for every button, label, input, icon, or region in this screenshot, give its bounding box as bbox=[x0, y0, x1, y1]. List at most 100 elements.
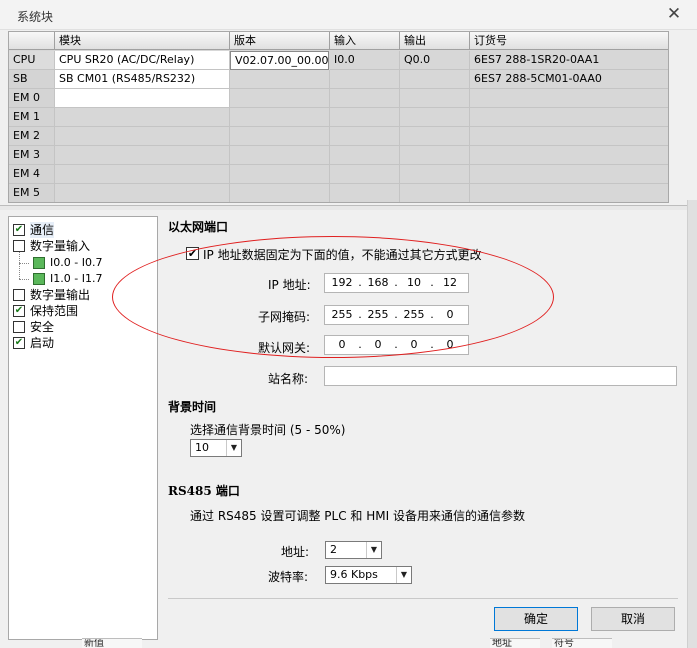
row-version bbox=[230, 184, 330, 202]
row-output bbox=[400, 146, 470, 165]
checkbox-checked-icon[interactable]: ✔ bbox=[13, 305, 25, 317]
ip-dot: . bbox=[394, 276, 398, 289]
row-version[interactable]: V02.07.00_00.00... bbox=[230, 51, 329, 70]
gateway-octet-2[interactable]: 0 bbox=[365, 336, 391, 354]
background-time-select[interactable]: 10 ▼ bbox=[190, 439, 242, 457]
table-row[interactable]: EM 3 bbox=[9, 146, 668, 165]
tree-item-label: I1.0 - I1.7 bbox=[50, 272, 103, 285]
fixed-ip-label: IP 地址数据固定为下面的值，不能通过其它方式更改 bbox=[203, 248, 482, 262]
ip-dot: . bbox=[358, 338, 362, 351]
row-output bbox=[400, 165, 470, 184]
tree-connector bbox=[19, 249, 20, 279]
address-select[interactable]: 2 ▼ bbox=[325, 541, 382, 559]
row-output bbox=[400, 108, 470, 127]
row-module[interactable]: SB CM01 (RS485/RS232) bbox=[55, 70, 230, 89]
table-row[interactable]: EM 4 bbox=[9, 165, 668, 184]
ip-octet-1[interactable]: 192 bbox=[329, 274, 355, 292]
row-input bbox=[330, 165, 400, 184]
ip-octet-2[interactable]: 168 bbox=[365, 274, 391, 292]
subnet-mask-label: 子网掩码: bbox=[258, 310, 311, 324]
row-output bbox=[400, 184, 470, 202]
outer-scrollbar[interactable] bbox=[687, 200, 697, 648]
chevron-down-icon[interactable]: ▼ bbox=[396, 567, 411, 583]
row-module[interactable] bbox=[55, 89, 230, 108]
table-row[interactable]: CPU CPU SR20 (AC/DC/Relay) V02.07.00_00.… bbox=[9, 51, 668, 70]
header-slot bbox=[9, 32, 55, 50]
checkbox-icon[interactable] bbox=[13, 321, 25, 333]
checkbox-green-icon[interactable] bbox=[33, 273, 45, 285]
ip-octet-4[interactable]: 12 bbox=[437, 274, 463, 292]
ethernet-section-title: 以太网端口 bbox=[168, 220, 229, 234]
row-version bbox=[230, 70, 330, 89]
table-row[interactable]: SB SB CM01 (RS485/RS232) 6ES7 288-5CM01-… bbox=[9, 70, 668, 89]
table-row[interactable]: EM 5 bbox=[9, 184, 668, 202]
row-input bbox=[330, 127, 400, 146]
row-module[interactable] bbox=[55, 184, 230, 202]
category-tree: ✔ 通信 数字量输入 I0.0 - I0.7 I1.0 - I1.7 数字量输出… bbox=[8, 216, 158, 640]
row-version bbox=[230, 146, 330, 165]
splitter[interactable] bbox=[0, 205, 697, 210]
mask-octet-3[interactable]: 255 bbox=[401, 306, 427, 324]
ip-dot: . bbox=[358, 276, 362, 289]
row-slot: EM 4 bbox=[9, 165, 55, 184]
default-gateway-field[interactable]: 0 . 0 . 0 . 0 bbox=[324, 335, 469, 355]
row-module[interactable] bbox=[55, 127, 230, 146]
tree-item-label: 保持范围 bbox=[30, 304, 79, 318]
gateway-octet-3[interactable]: 0 bbox=[401, 336, 427, 354]
row-version bbox=[230, 108, 330, 127]
underlap-text: 新值 bbox=[82, 638, 142, 648]
gateway-octet-4[interactable]: 0 bbox=[437, 336, 463, 354]
settings-panel: 以太网端口 ✔ IP 地址数据固定为下面的值，不能通过其它方式更改 IP 地址:… bbox=[160, 216, 687, 648]
checkbox-icon[interactable] bbox=[13, 289, 25, 301]
ip-octet-3[interactable]: 10 bbox=[401, 274, 427, 292]
gateway-octet-1[interactable]: 0 bbox=[329, 336, 355, 354]
row-version bbox=[230, 165, 330, 184]
checkbox-icon[interactable] bbox=[13, 240, 25, 252]
checkbox-checked-icon[interactable]: ✔ bbox=[13, 337, 25, 349]
row-slot: EM 5 bbox=[9, 184, 55, 202]
subnet-mask-field[interactable]: 255 . 255 . 255 . 0 bbox=[324, 305, 469, 325]
row-output: Q0.0 bbox=[400, 51, 470, 70]
tree-item-label: 数字量输出 bbox=[30, 288, 91, 302]
underlap-text: 符号 bbox=[552, 638, 612, 648]
tree-item-label: 安全 bbox=[30, 320, 55, 334]
address-label: 地址: bbox=[281, 545, 310, 559]
chevron-down-icon[interactable]: ▼ bbox=[366, 542, 381, 558]
checkbox-green-icon[interactable] bbox=[33, 257, 45, 269]
row-order bbox=[470, 165, 668, 184]
ip-dot: . bbox=[358, 308, 362, 321]
mask-octet-4[interactable]: 0 bbox=[437, 306, 463, 324]
ok-button[interactable]: 确定 bbox=[494, 607, 578, 631]
row-module[interactable] bbox=[55, 108, 230, 127]
mask-octet-1[interactable]: 255 bbox=[329, 306, 355, 324]
row-module[interactable]: CPU SR20 (AC/DC/Relay) bbox=[55, 51, 230, 70]
fixed-ip-checkbox[interactable]: ✔ bbox=[186, 247, 199, 260]
cancel-button[interactable]: 取消 bbox=[591, 607, 675, 631]
table-row[interactable]: EM 2 bbox=[9, 127, 668, 146]
background-time-section-title: 背景时间 bbox=[168, 400, 217, 414]
row-version bbox=[230, 127, 330, 146]
table-row[interactable]: EM 1 bbox=[9, 108, 668, 127]
tree-item-label: I0.0 - I0.7 bbox=[50, 256, 103, 269]
checkbox-checked-icon[interactable]: ✔ bbox=[13, 224, 25, 236]
ip-dot: . bbox=[430, 338, 434, 351]
row-module[interactable] bbox=[55, 146, 230, 165]
baud-rate-select[interactable]: 9.6 Kbps ▼ bbox=[325, 566, 412, 584]
background-time-value: 10 bbox=[195, 441, 209, 454]
mask-octet-2[interactable]: 255 bbox=[365, 306, 391, 324]
row-input bbox=[330, 70, 400, 89]
chevron-down-icon[interactable]: ▼ bbox=[226, 440, 241, 456]
row-module[interactable] bbox=[55, 165, 230, 184]
row-order bbox=[470, 127, 668, 146]
row-output bbox=[400, 70, 470, 89]
module-table-header: 模块 版本 输入 输出 订货号 bbox=[9, 32, 668, 50]
station-name-input[interactable] bbox=[324, 366, 677, 386]
module-table: 模块 版本 输入 输出 订货号 CPU CPU SR20 (AC/DC/Rela… bbox=[8, 31, 669, 203]
close-icon[interactable]: ✕ bbox=[664, 4, 684, 24]
tree-connector bbox=[19, 279, 29, 280]
row-slot: EM 2 bbox=[9, 127, 55, 146]
row-order bbox=[470, 108, 668, 127]
table-row[interactable]: EM 0 bbox=[9, 89, 668, 108]
ip-dot: . bbox=[430, 276, 434, 289]
ip-address-field[interactable]: 192 . 168 . 10 . 12 bbox=[324, 273, 469, 293]
